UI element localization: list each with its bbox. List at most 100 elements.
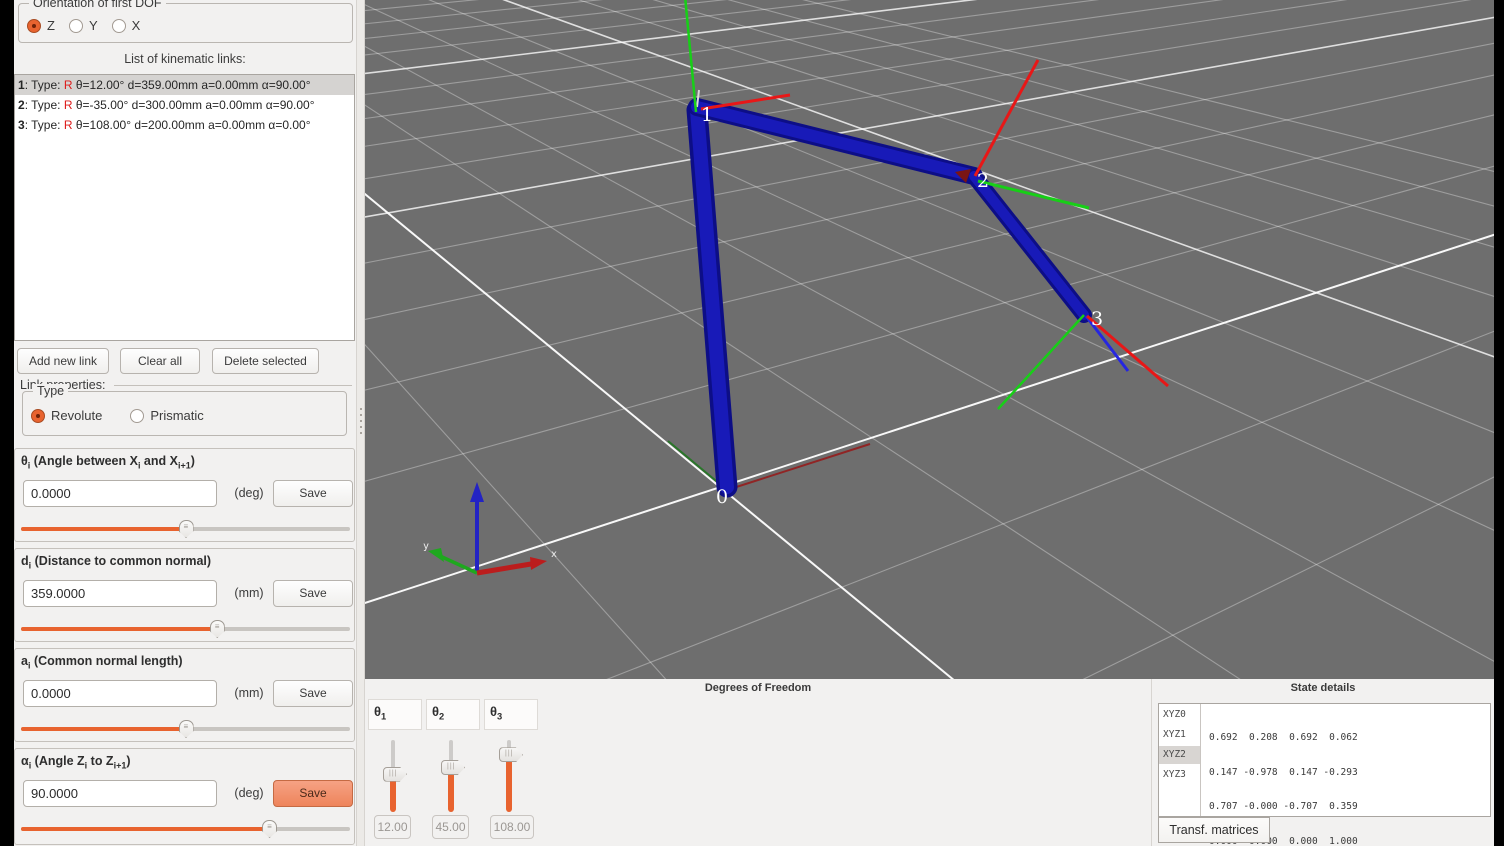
a-slider-fill xyxy=(21,727,186,731)
matrix-row-1: 0.147 -0.978 0.147 -0.293 xyxy=(1209,767,1358,779)
app-window: Orientation of first DOF Z Y X List of k… xyxy=(0,0,1504,846)
dof-slider-theta2-handle[interactable] xyxy=(441,760,465,775)
xyz-item-2[interactable]: XYZ2 xyxy=(1159,746,1200,764)
d-section: di (Distance to common normal) (mm) Save xyxy=(14,548,355,642)
d-slider-handle[interactable] xyxy=(210,620,225,638)
d-slider-fill xyxy=(21,627,217,631)
radio-z[interactable] xyxy=(27,19,41,33)
a-unit-label: (mm) xyxy=(225,686,273,700)
radio-prismatic[interactable] xyxy=(130,409,144,423)
delete-selected-button[interactable]: Delete selected xyxy=(212,348,319,374)
grid-line xyxy=(365,3,1494,679)
a-input[interactable] xyxy=(23,680,217,707)
grid-line xyxy=(365,128,1494,679)
orientation-group: Orientation of first DOF Z Y X xyxy=(18,3,353,43)
a-save-button[interactable]: Save xyxy=(273,680,353,707)
dof-panel: Degrees of Freedom θ1 θ2 xyxy=(365,679,1151,846)
radio-revolute[interactable] xyxy=(31,409,45,423)
radio-z-label: Z xyxy=(47,18,55,33)
transf-matrices-tab[interactable]: Transf. matrices xyxy=(1158,817,1270,843)
splitter-grip-icon xyxy=(360,408,362,434)
state-details-panel: State details XYZ0 XYZ1 XYZ2 XYZ3 0.692 … xyxy=(1151,679,1494,846)
grid-line xyxy=(365,0,1494,568)
theta-section-header: θi (Angle between Xi and Xi+1) xyxy=(21,454,195,471)
clear-all-button[interactable]: Clear all xyxy=(120,348,200,374)
link-row-2[interactable]: 2: Type: R θ=-35.00° d=300.00mm a=0.00mm… xyxy=(15,95,354,115)
radio-y[interactable] xyxy=(69,19,83,33)
joint-label-3: 3 xyxy=(1091,308,1103,330)
link-row-3[interactable]: 3: Type: R θ=108.00° d=200.00mm a=0.00mm… xyxy=(15,115,354,135)
theta-save-button[interactable]: Save xyxy=(273,480,353,507)
grid-line xyxy=(365,0,1494,386)
grid-line xyxy=(365,95,1494,409)
theta-slider-handle[interactable] xyxy=(179,520,194,538)
d-slider[interactable] xyxy=(21,619,350,637)
gizmo-x-arrowhead xyxy=(530,557,547,570)
d-save-button[interactable]: Save xyxy=(273,580,353,607)
alpha-unit-label: (deg) xyxy=(225,786,273,800)
alpha-slider-handle[interactable] xyxy=(262,820,277,838)
grid-line xyxy=(365,53,1494,679)
dof-value-theta2 xyxy=(432,815,469,839)
dof-slider-theta3[interactable] xyxy=(497,740,521,812)
xyz-list: XYZ0 XYZ1 XYZ2 XYZ3 xyxy=(1159,704,1201,816)
a-section-header: ai (Common normal length) xyxy=(21,654,183,671)
world-x-axis xyxy=(727,444,870,490)
type-group: Type Revolute Prismatic xyxy=(22,391,347,436)
grid-line xyxy=(365,300,1494,679)
d-section-header: di (Distance to common normal) xyxy=(21,554,211,571)
alpha-slider[interactable] xyxy=(21,819,350,837)
panel-splitter[interactable] xyxy=(356,0,365,846)
add-new-link-button[interactable]: Add new link xyxy=(17,348,109,374)
dof-label-theta3: θ3 xyxy=(484,699,538,730)
a-section: ai (Common normal length) (mm) Save xyxy=(14,648,355,742)
gizmo-z-arrowhead xyxy=(470,482,484,502)
theta-unit-label: (deg) xyxy=(225,486,273,500)
link-row-1[interactable]: 1: Type: R θ=12.00° d=359.00mm a=0.00mm … xyxy=(15,75,354,95)
theta-slider[interactable] xyxy=(21,519,350,537)
3d-viewport[interactable]: 0 1 2 3 y x xyxy=(365,0,1494,679)
dof-value-theta3 xyxy=(490,815,534,839)
joint-label-0: 0 xyxy=(716,486,728,508)
matrix-row-0: 0.692 0.208 0.692 0.062 xyxy=(1209,732,1358,744)
d-input[interactable] xyxy=(23,580,217,607)
dof-slider-theta2[interactable] xyxy=(439,740,463,812)
theta-input[interactable] xyxy=(23,480,217,507)
xyz-item-0[interactable]: XYZ0 xyxy=(1159,706,1200,724)
type-group-title: Type xyxy=(33,384,68,398)
a-slider-handle[interactable] xyxy=(179,720,194,738)
alpha-section-header: αi (Angle Zi to Zi+1) xyxy=(21,754,131,771)
joint-label-1: 1 xyxy=(701,104,713,126)
dof-slider-theta1[interactable] xyxy=(381,740,405,812)
dof-label-theta1: θ1 xyxy=(368,699,422,730)
dof-value-theta1 xyxy=(374,815,411,839)
desktop-edge-left xyxy=(0,0,14,846)
joint-label-2: 2 xyxy=(977,170,989,192)
xyz-item-1[interactable]: XYZ1 xyxy=(1159,726,1200,744)
radio-x-label: X xyxy=(132,18,141,33)
a-slider[interactable] xyxy=(21,719,350,737)
alpha-section: αi (Angle Zi to Zi+1) (deg) Save xyxy=(14,748,355,845)
alpha-save-button[interactable]: Save xyxy=(273,780,353,807)
theta-slider-fill xyxy=(21,527,186,531)
xyz-item-3[interactable]: XYZ3 xyxy=(1159,766,1200,784)
bottom-panels: Degrees of Freedom θ1 θ2 xyxy=(365,679,1494,846)
kinematic-links-list: 1: Type: R θ=12.00° d=359.00mm a=0.00mm … xyxy=(14,74,355,341)
dof-label-theta2: θ2 xyxy=(426,699,480,730)
state-box: XYZ0 XYZ1 XYZ2 XYZ3 0.692 0.208 0.692 0.… xyxy=(1158,703,1491,817)
type-radio-row: Revolute Prismatic xyxy=(31,408,212,423)
origin-gizmo: y x xyxy=(423,482,557,573)
dof-slider-theta3-handle[interactable] xyxy=(499,747,523,762)
gizmo-x-arrow xyxy=(477,564,531,573)
state-panel-title: State details xyxy=(1152,682,1494,694)
scene-canvas[interactable]: 0 1 2 3 y x xyxy=(365,0,1494,679)
gizmo-y-arrowhead xyxy=(428,548,444,562)
frame1-y-axis xyxy=(685,0,696,112)
frame3-y-axis xyxy=(998,315,1084,409)
gizmo-x-label: x xyxy=(551,549,557,560)
dof-slider-theta1-handle[interactable] xyxy=(383,767,407,782)
orientation-radio-row: Z Y X xyxy=(27,18,148,33)
matrix-row-2: 0.707 -0.000 -0.707 0.359 xyxy=(1209,801,1358,813)
alpha-input[interactable] xyxy=(23,780,217,807)
radio-x[interactable] xyxy=(112,19,126,33)
